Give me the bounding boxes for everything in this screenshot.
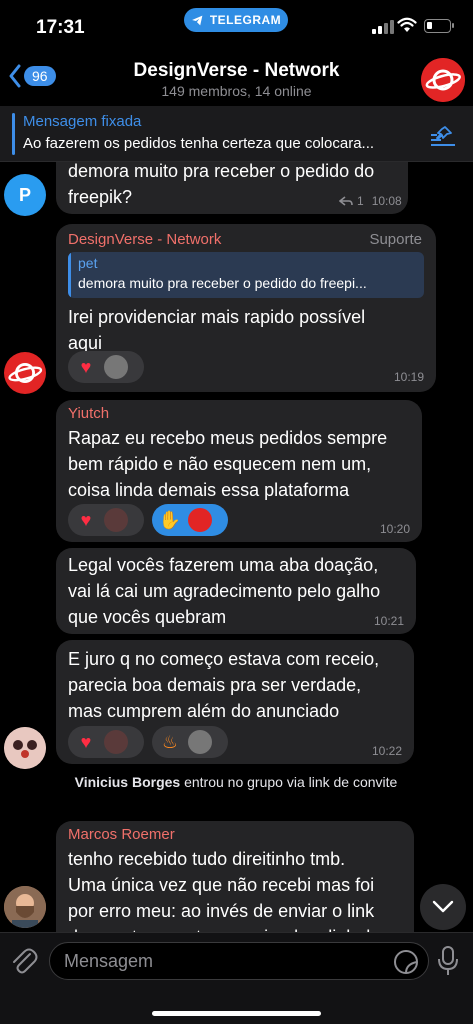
admin-tag: Suporte bbox=[369, 231, 422, 248]
reaction-fire[interactable]: ♨ bbox=[152, 726, 228, 758]
message-time: 10:08 bbox=[371, 194, 402, 208]
pin-list-icon[interactable] bbox=[429, 124, 457, 146]
message-time: 10:22 bbox=[371, 744, 402, 758]
message-text: E juro q no começo estava com receio, pa… bbox=[68, 649, 380, 721]
message-text: Legal vocês fazerem uma aba doação, vai … bbox=[68, 555, 381, 627]
message-text: tenho recebido tudo direitinho tmb. Uma … bbox=[68, 849, 380, 932]
composer: Mensagem bbox=[0, 932, 473, 1024]
message-bubble[interactable]: Marcos Roemer tenho recebido tudo direit… bbox=[56, 821, 414, 932]
avatar[interactable] bbox=[4, 886, 46, 928]
joined-user[interactable]: Vinicius Borges bbox=[75, 774, 181, 790]
chat-header: 96 DesignVerse - Network 149 membros, 14… bbox=[0, 52, 473, 106]
reply-preview[interactable]: pet demora muito pra receber o pedido do… bbox=[68, 252, 424, 298]
sender-name[interactable]: Marcos Roemer bbox=[68, 826, 175, 843]
message-bubble[interactable]: Yiutch Rapaz eu recebo meus pedidos semp… bbox=[56, 400, 422, 542]
signal-icon bbox=[372, 20, 394, 34]
status-time: 17:31 bbox=[36, 17, 85, 38]
reaction-heart[interactable]: ♥ bbox=[68, 351, 144, 383]
message-placeholder: Mensagem bbox=[64, 951, 154, 971]
pinned-label: Mensagem fixada bbox=[23, 113, 142, 130]
home-indicator[interactable] bbox=[152, 1011, 321, 1016]
user-photo-icon bbox=[4, 886, 46, 928]
planet-logo-icon bbox=[8, 362, 43, 384]
avatar[interactable] bbox=[4, 352, 46, 394]
scroll-down-button[interactable] bbox=[420, 884, 466, 930]
message-time: 10:20 bbox=[379, 522, 410, 536]
reactor-avatar bbox=[188, 508, 212, 532]
avatar[interactable]: P bbox=[4, 174, 46, 216]
message-bubble[interactable]: DesignVerse - Network Suporte pet demora… bbox=[56, 224, 436, 392]
message-time: 10:21 bbox=[373, 614, 404, 628]
reaction-heart[interactable]: ♥ bbox=[68, 504, 144, 536]
chevron-down-icon bbox=[432, 900, 454, 913]
message-input[interactable]: Mensagem bbox=[49, 942, 429, 980]
reply-count: 1 bbox=[357, 194, 364, 208]
message-time: 10:19 bbox=[393, 370, 424, 384]
reply-quote: demora muito pra receber o pedido do fre… bbox=[78, 275, 367, 291]
sender-name[interactable]: DesignVerse - Network bbox=[68, 231, 221, 248]
message-bubble[interactable]: Legal vocês fazerem uma aba doação, vai … bbox=[56, 548, 416, 634]
reactor-avatar bbox=[104, 508, 128, 532]
chat-title[interactable]: DesignVerse - Network bbox=[0, 60, 473, 82]
message-text: Irei providenciar mais rapido possível a… bbox=[68, 307, 366, 353]
telegram-pill[interactable]: TELEGRAM bbox=[184, 8, 288, 32]
fire-icon: ♨ bbox=[161, 732, 179, 752]
avatar[interactable] bbox=[4, 727, 46, 769]
sender-name[interactable]: Yiutch bbox=[68, 405, 109, 422]
message-text: demora muito pra receber o pedido do fre… bbox=[68, 162, 375, 207]
clap-icon: ✋ bbox=[158, 510, 182, 530]
battery-icon bbox=[424, 19, 454, 33]
heart-icon: ♥ bbox=[80, 357, 92, 377]
message-bubble[interactable]: E juro q no começo estava com receio, pa… bbox=[56, 640, 414, 764]
reaction-heart[interactable]: ♥ bbox=[68, 726, 144, 758]
system-text: entrou no grupo via link de convite bbox=[180, 774, 398, 790]
pinned-text: Ao fazerem os pedidos tenha certeza que … bbox=[23, 135, 375, 152]
group-avatar[interactable] bbox=[421, 58, 465, 102]
wifi-icon bbox=[397, 17, 417, 32]
avatar-letter: P bbox=[18, 184, 31, 205]
message-list[interactable]: P demora muito pra receber o pedido do f… bbox=[0, 162, 473, 932]
reactor-avatar bbox=[104, 730, 128, 754]
telegram-icon bbox=[191, 15, 203, 25]
reactor-avatar bbox=[188, 730, 212, 754]
message-text: Rapaz eu recebo meus pedidos sempre bem … bbox=[68, 428, 388, 500]
reply-arrow-icon bbox=[339, 196, 353, 206]
pinned-message[interactable]: Mensagem fixada Ao fazerem os pedidos te… bbox=[0, 106, 473, 162]
heart-icon: ♥ bbox=[80, 732, 92, 752]
reply-author: pet bbox=[78, 255, 98, 271]
message-bubble[interactable]: demora muito pra receber o pedido do fre… bbox=[56, 162, 408, 214]
paperclip-icon[interactable] bbox=[10, 946, 38, 976]
reaction-clap[interactable]: ✋ bbox=[152, 504, 228, 536]
clown-avatar-icon bbox=[4, 727, 46, 769]
chat-subtitle: 149 membros, 14 online bbox=[161, 83, 312, 99]
system-join-message: Vinicius Borges entrou no grupo via link… bbox=[60, 773, 412, 791]
heart-icon: ♥ bbox=[80, 510, 92, 530]
sticker-icon[interactable] bbox=[391, 947, 421, 977]
status-bar: 17:31 TELEGRAM bbox=[0, 0, 473, 52]
microphone-icon[interactable] bbox=[437, 945, 459, 977]
telegram-pill-label: TELEGRAM bbox=[209, 13, 282, 27]
reactor-avatar bbox=[104, 355, 128, 379]
planet-logo-icon bbox=[421, 58, 465, 102]
